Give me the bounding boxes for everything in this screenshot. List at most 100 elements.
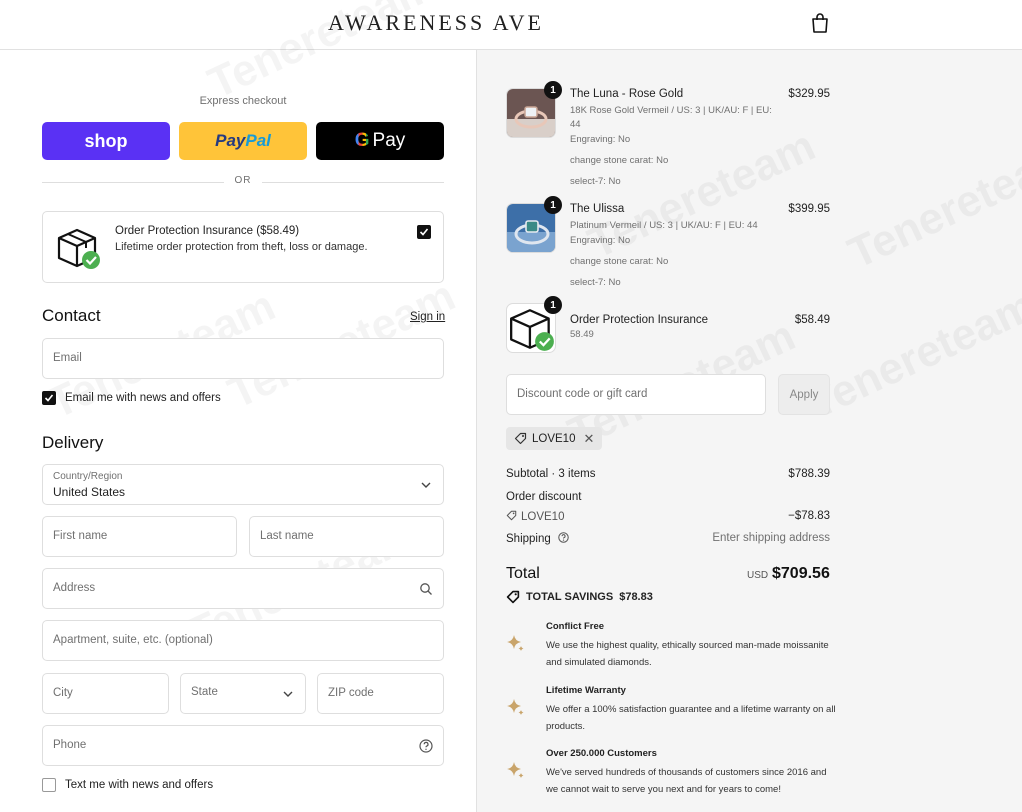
quantity-badge: 1 — [544, 296, 562, 314]
search-icon[interactable] — [419, 582, 433, 596]
last-name-placeholder: Last name — [260, 530, 314, 542]
sparkle-icon — [507, 699, 524, 715]
divider-line — [262, 182, 444, 183]
discount-code-text: LOVE10 — [521, 511, 565, 523]
delivery-heading: Delivery — [42, 433, 104, 452]
text-news-label: Text me with news and offers — [65, 779, 214, 791]
email-news-option[interactable]: Email me with news and offers — [42, 391, 221, 405]
checkmark-icon — [419, 228, 429, 236]
shop-pay-button[interactable]: shop — [42, 122, 170, 160]
apply-discount-button[interactable]: Apply — [778, 374, 830, 415]
quantity-badge: 1 — [544, 81, 562, 99]
shipping-row: Shipping Enter shipping address — [506, 532, 830, 545]
help-circle-icon[interactable] — [558, 532, 569, 543]
line-item: 1 Order Protection Insurance $58.49 58.4… — [506, 296, 830, 353]
email-placeholder: Email — [53, 352, 82, 364]
city-placeholder: City — [53, 687, 73, 699]
line-item: 1 The Luna - Rose Gold $329.95 18K Rose … — [506, 81, 830, 188]
feature-title: Lifetime Warranty — [546, 685, 626, 696]
applied-discount-chip: LOVE10 ✕ — [506, 427, 603, 450]
chevron-down-icon — [283, 691, 293, 697]
city-field[interactable]: City — [42, 673, 169, 714]
savings-label: TOTAL SAVINGS — [526, 591, 614, 603]
help-circle-icon[interactable] — [419, 739, 433, 753]
feature-conflict-free: Conflict Free We use the highest quality… — [506, 621, 836, 681]
country-select[interactable]: Country/Region United States — [42, 464, 444, 505]
zip-placeholder: ZIP code — [328, 687, 374, 699]
subtotal-label: Subtotal · 3 items — [506, 468, 596, 480]
item-name: Order Protection Insurance — [570, 314, 709, 326]
checkout-page: AWARENESS AVE Tenereteam Tenereteam Tene… — [0, 0, 1022, 812]
item-engraving: Engraving: No — [570, 235, 631, 246]
item-price: $58.49 — [794, 314, 830, 326]
apartment-field[interactable]: Apartment, suite, etc. (optional) — [42, 620, 444, 661]
insurance-title: Order Protection Insurance ($58.49) — [115, 225, 300, 237]
last-name-field[interactable]: Last name — [249, 516, 444, 557]
quantity-badge: 1 — [544, 196, 562, 214]
feature-description: We use the highest quality, ethically so… — [546, 640, 829, 668]
item-select-7: select-7: No — [570, 277, 621, 288]
first-name-placeholder: First name — [53, 530, 108, 542]
item-name: The Luna - Rose Gold — [570, 88, 684, 100]
subtotal-value: $788.39 — [788, 468, 830, 480]
shop-pay-label: shop — [84, 130, 128, 151]
or-divider: OR — [42, 175, 444, 189]
country-value: United States — [53, 485, 126, 499]
sparkle-icon — [507, 762, 524, 778]
discount-code-input[interactable]: Discount code or gift card — [506, 374, 766, 415]
address-field[interactable]: Address — [42, 568, 444, 609]
feature-title: Over 250.000 Customers — [546, 748, 657, 759]
contact-heading: Contact — [42, 306, 101, 325]
email-field[interactable]: Email — [42, 338, 444, 379]
order-discount-label: Order discount — [506, 491, 582, 503]
feature-customers: Over 250.000 Customers We've served hund… — [506, 748, 836, 808]
phone-placeholder: Phone — [53, 739, 87, 751]
discount-code-label: LOVE10 — [532, 432, 576, 445]
brand-logo[interactable]: AWARENESS AVE — [0, 10, 872, 36]
discount-placeholder: Discount code or gift card — [517, 388, 648, 400]
savings-value: $78.83 — [619, 591, 653, 603]
or-text: OR — [234, 175, 252, 186]
text-news-checkbox[interactable] — [42, 778, 56, 792]
email-news-checkbox[interactable] — [42, 391, 56, 405]
item-price: $399.95 — [788, 203, 830, 215]
shipping-label: Shipping — [506, 533, 551, 545]
state-select[interactable]: State — [180, 673, 306, 714]
subtotal-row: Subtotal · 3 items $788.39 — [506, 468, 830, 480]
item-variant: 58.49 — [570, 329, 594, 340]
shopping-bag-icon[interactable] — [810, 12, 830, 34]
feature-description: We've served hundreds of thousands of cu… — [546, 767, 827, 795]
text-news-option[interactable]: Text me with news and offers — [42, 778, 213, 792]
feature-title: Conflict Free — [546, 621, 605, 632]
address-placeholder: Address — [53, 582, 96, 594]
discount-code-row: LOVE10 −$78.83 — [506, 510, 830, 523]
chevron-down-icon — [421, 482, 431, 488]
sign-in-link[interactable]: Sign in — [410, 311, 445, 323]
zip-field[interactable]: ZIP code — [317, 673, 444, 714]
tag-icon — [514, 432, 527, 445]
item-name: The Ulissa — [570, 203, 625, 215]
total-savings: TOTAL SAVINGS $78.83 — [506, 590, 653, 604]
remove-discount-icon[interactable]: ✕ — [583, 431, 594, 447]
google-pay-button[interactable]: G Pay — [316, 122, 444, 160]
order-protection-box[interactable]: Order Protection Insurance ($58.49) Life… — [42, 211, 444, 283]
feature-description: We offer a 100% satisfaction guarantee a… — [546, 704, 836, 732]
first-name-field[interactable]: First name — [42, 516, 237, 557]
google-g-icon: G — [354, 130, 370, 151]
shipping-value: Enter shipping address — [712, 532, 830, 544]
paypal-button[interactable]: Pay Pal — [179, 122, 307, 160]
phone-field[interactable]: Phone — [42, 725, 444, 766]
insurance-subtitle: Lifetime order protection from theft, lo… — [115, 241, 368, 253]
item-variant: Platinum Vermeil / US: 3 | UK/AU: F | EU… — [570, 220, 758, 231]
sparkle-icon — [507, 635, 524, 651]
order-discount-row: Order discount — [506, 491, 830, 503]
checkmark-icon — [44, 394, 54, 402]
header: AWARENESS AVE — [0, 0, 1022, 50]
apartment-placeholder: Apartment, suite, etc. (optional) — [53, 634, 213, 646]
insurance-checkbox[interactable] — [417, 225, 431, 239]
state-placeholder: State — [191, 686, 218, 698]
item-engraving: Engraving: No — [570, 134, 631, 145]
total-value: $709.56 — [772, 565, 830, 582]
currency-code: USD — [747, 570, 769, 581]
email-news-label: Email me with news and offers — [65, 392, 221, 404]
